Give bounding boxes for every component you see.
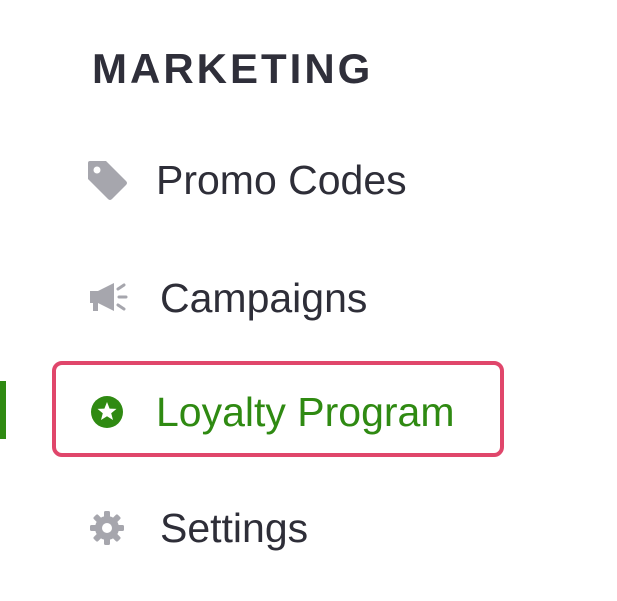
sidebar-item-label: Settings bbox=[160, 505, 309, 551]
section-title: MARKETING bbox=[92, 45, 374, 92]
sidebar-item-label: Loyalty Program bbox=[156, 389, 455, 435]
sidebar-item-loyalty-program[interactable]: Loyalty Program bbox=[84, 382, 455, 442]
sidebar-item-settings[interactable]: Settings bbox=[84, 498, 308, 558]
gear-icon bbox=[84, 505, 130, 551]
sidebar-item-label: Promo Codes bbox=[156, 157, 407, 203]
sidebar-nav: MARKETING Promo Codes Campaigns Loyalty … bbox=[0, 0, 617, 601]
megaphone-icon bbox=[84, 275, 130, 321]
active-indicator bbox=[0, 381, 6, 439]
tag-icon bbox=[84, 157, 130, 203]
sidebar-item-label: Campaigns bbox=[160, 275, 368, 321]
star-circle-icon bbox=[84, 389, 130, 435]
sidebar-item-campaigns[interactable]: Campaigns bbox=[84, 268, 367, 328]
sidebar-item-promo-codes[interactable]: Promo Codes bbox=[84, 150, 407, 210]
